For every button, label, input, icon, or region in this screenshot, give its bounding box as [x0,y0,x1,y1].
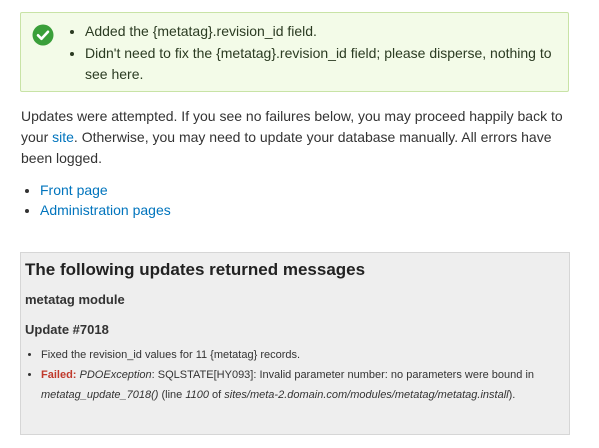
module-heading: metatag module [25,292,125,307]
link-item: Administration pages [40,200,171,220]
check-icon [32,24,54,46]
of-text: of [209,389,225,401]
intro-text-end: . Otherwise, you may need to update your… [21,129,552,166]
site-link[interactable]: site [52,129,74,145]
administration-pages-link[interactable]: Administration pages [40,202,171,218]
line-text: (line [158,389,186,401]
end-text: ). [508,389,516,401]
update-failure-item: Failed: PDOException: SQLSTATE[HY093]: I… [41,365,566,405]
intro-text: Updates were attempted. If you see no fa… [21,106,566,169]
line-number: 1100 [185,389,209,401]
status-message-item: Added the {metatag}.revision_id field. [85,21,575,42]
status-message-item: Didn't need to fix the {metatag}.revisio… [85,43,575,85]
status-messages: Added the {metatag}.revision_id field. D… [69,21,575,86]
exception-name: PDOException [79,369,152,381]
update-message-list: Fixed the revision_id values for 11 {met… [27,345,566,405]
file-path: sites/meta-2.domain.com/modules/metatag/… [224,389,509,401]
navigation-links: Front page Administration pages [22,180,171,220]
update-heading: Update #7018 [25,322,109,337]
function-name: metatag_update_7018() [41,389,159,401]
messages-heading: The following updates returned messages [25,260,366,279]
update-message-item: Fixed the revision_id values for 11 {met… [41,345,566,365]
sql-error-text: : SQLSTATE[HY093]: Invalid parameter num… [151,369,535,381]
link-item: Front page [40,180,171,200]
update-messages-box: The following updates returned messages … [20,252,570,435]
status-message-box: Added the {metatag}.revision_id field. D… [20,12,569,92]
front-page-link[interactable]: Front page [40,182,108,198]
failed-label: Failed: [41,369,77,381]
